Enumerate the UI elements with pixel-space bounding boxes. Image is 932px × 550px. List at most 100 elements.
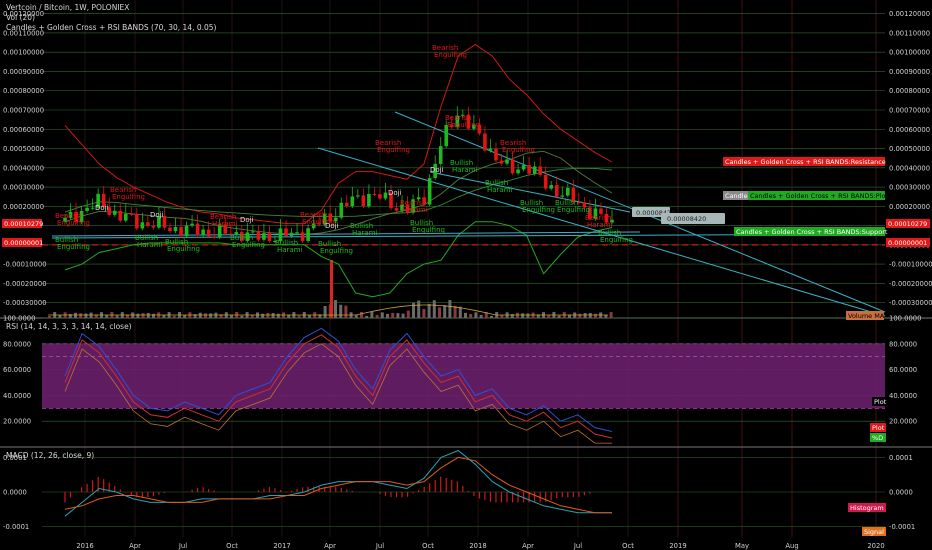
candle-body — [195, 223, 200, 236]
macd-y-tick-left: 0.0000 — [3, 489, 27, 497]
volume-bar — [557, 315, 561, 318]
volume-label: Vol (20) — [6, 13, 36, 22]
candle-body — [527, 165, 531, 174]
rsi-title: RSI (14, 14, 3, 3, 3, 14, 14, close) — [6, 322, 132, 331]
volume-bar — [354, 315, 358, 318]
volume-bar — [386, 313, 389, 318]
volume-bar — [500, 315, 504, 318]
price-y-tick-left: 0.00040000 — [3, 164, 44, 172]
volume-bar — [308, 315, 311, 318]
macd-y-tick-right: 0.0001 — [889, 454, 913, 462]
candle-body — [488, 148, 493, 151]
volume-bar — [146, 312, 150, 318]
volume-bar — [141, 313, 145, 318]
rsi-y-tick-right: 20.0000 — [889, 418, 917, 426]
volume-bar — [152, 313, 155, 318]
x-tick-label: Oct — [226, 542, 238, 550]
volume-bar — [375, 314, 379, 318]
rsi-y-tick-left: 80.0000 — [3, 340, 31, 348]
candle-body — [427, 178, 432, 205]
candle-body — [90, 207, 95, 209]
signal-badge: Signal — [864, 528, 884, 536]
x-tick-label: 2020 — [867, 542, 884, 550]
candle-body — [516, 169, 520, 174]
pattern-label-word-2: Engulfing — [600, 236, 633, 244]
price-y-tick-right: 0.00070000 — [889, 107, 930, 115]
rsi-y-tick-left: 60.0000 — [3, 366, 31, 374]
x-tick-label: Jul — [375, 542, 384, 550]
price-y-tick-right: -0.00020000 — [889, 280, 932, 288]
volume-bar — [271, 313, 275, 318]
price-y-tick-right: 0.00020000 — [889, 203, 930, 211]
x-tick-label: Apr — [324, 542, 336, 550]
candle-body — [179, 227, 183, 237]
volume-bar — [370, 312, 374, 318]
candle-body — [129, 213, 134, 215]
volume-bar — [74, 312, 77, 318]
volume-bar — [406, 310, 410, 318]
rsi-y-tick-right: 60.0000 — [889, 366, 917, 374]
volume-bar — [422, 308, 426, 318]
candle-body — [483, 133, 487, 151]
volume-bar — [204, 313, 207, 318]
rsi-y-tick-right: 40.0000 — [889, 392, 917, 400]
macd-y-tick-left: -0.0001 — [3, 523, 29, 531]
candle-body — [339, 202, 344, 218]
volume-ma-badge: Volume MA — [848, 312, 885, 320]
volume-bar — [479, 314, 483, 318]
left-price-badge: 0.00010279 — [4, 220, 43, 228]
volume-bar — [339, 304, 343, 318]
price-y-tick-left: -0.00020000 — [3, 280, 47, 288]
price-y-tick-right: 0.00030000 — [889, 184, 930, 192]
volume-bar — [360, 312, 363, 318]
candle-body — [146, 222, 150, 226]
candle-body — [438, 146, 443, 164]
volume-bar — [391, 312, 395, 318]
price-y-tick-right: -0.00010000 — [889, 261, 932, 269]
volume-bar — [432, 300, 436, 318]
pattern-label-word-2: Harami — [402, 206, 428, 214]
volume-bar — [448, 300, 452, 318]
pattern-label-word-2: Harami — [277, 246, 303, 254]
candle-body — [300, 232, 305, 241]
volume-bar — [240, 315, 244, 318]
candle-body — [521, 165, 526, 170]
price-y-tick-left: 0.00070000 — [3, 107, 44, 115]
volume-bar — [464, 312, 467, 318]
volume-bar — [453, 305, 457, 318]
volume-bar — [547, 315, 551, 318]
candle-body — [140, 222, 145, 229]
right-price-badge: 0.00010279 — [888, 220, 927, 228]
candle-body — [212, 236, 216, 238]
candle-body — [201, 229, 205, 236]
candle-body — [112, 210, 117, 215]
plot-legend-gray: Candle — [725, 192, 748, 200]
candle-body — [118, 210, 123, 221]
candle-body — [565, 187, 570, 196]
volume-bar — [365, 315, 369, 318]
rsi-y-tick-right: 80.0000 — [889, 340, 917, 348]
x-tick-label: Apr — [129, 542, 141, 550]
candle-body — [173, 227, 178, 232]
left-zero-badge: 0.00000001 — [4, 239, 43, 247]
price-y-tick-left: 0.00100000 — [3, 49, 44, 57]
candle-body — [295, 232, 299, 234]
volume-bar — [172, 315, 176, 318]
pattern-label-word-2: Engulfing — [57, 219, 90, 227]
macd-title: MACD (12, 26, close, 9) — [6, 451, 95, 460]
volume-bar — [469, 313, 473, 318]
volume-bar — [609, 312, 613, 318]
pattern-label-word-2: Engulfing — [112, 193, 145, 201]
volume-bar — [136, 313, 140, 318]
candle-body — [510, 159, 515, 174]
candle-body — [184, 225, 189, 237]
pattern-label-word-2: Engulfing — [167, 245, 200, 253]
callout-value-2: 0.00008420 — [667, 215, 706, 223]
volume-bar — [396, 313, 400, 318]
volume-bar — [594, 313, 597, 318]
macd-y-tick-right: 0.0000 — [889, 489, 913, 497]
pattern-label-word-2: Harami — [452, 166, 478, 174]
candle-body — [256, 231, 261, 240]
volume-bar — [261, 313, 265, 318]
pattern-label-word-1: Doji — [430, 166, 444, 174]
